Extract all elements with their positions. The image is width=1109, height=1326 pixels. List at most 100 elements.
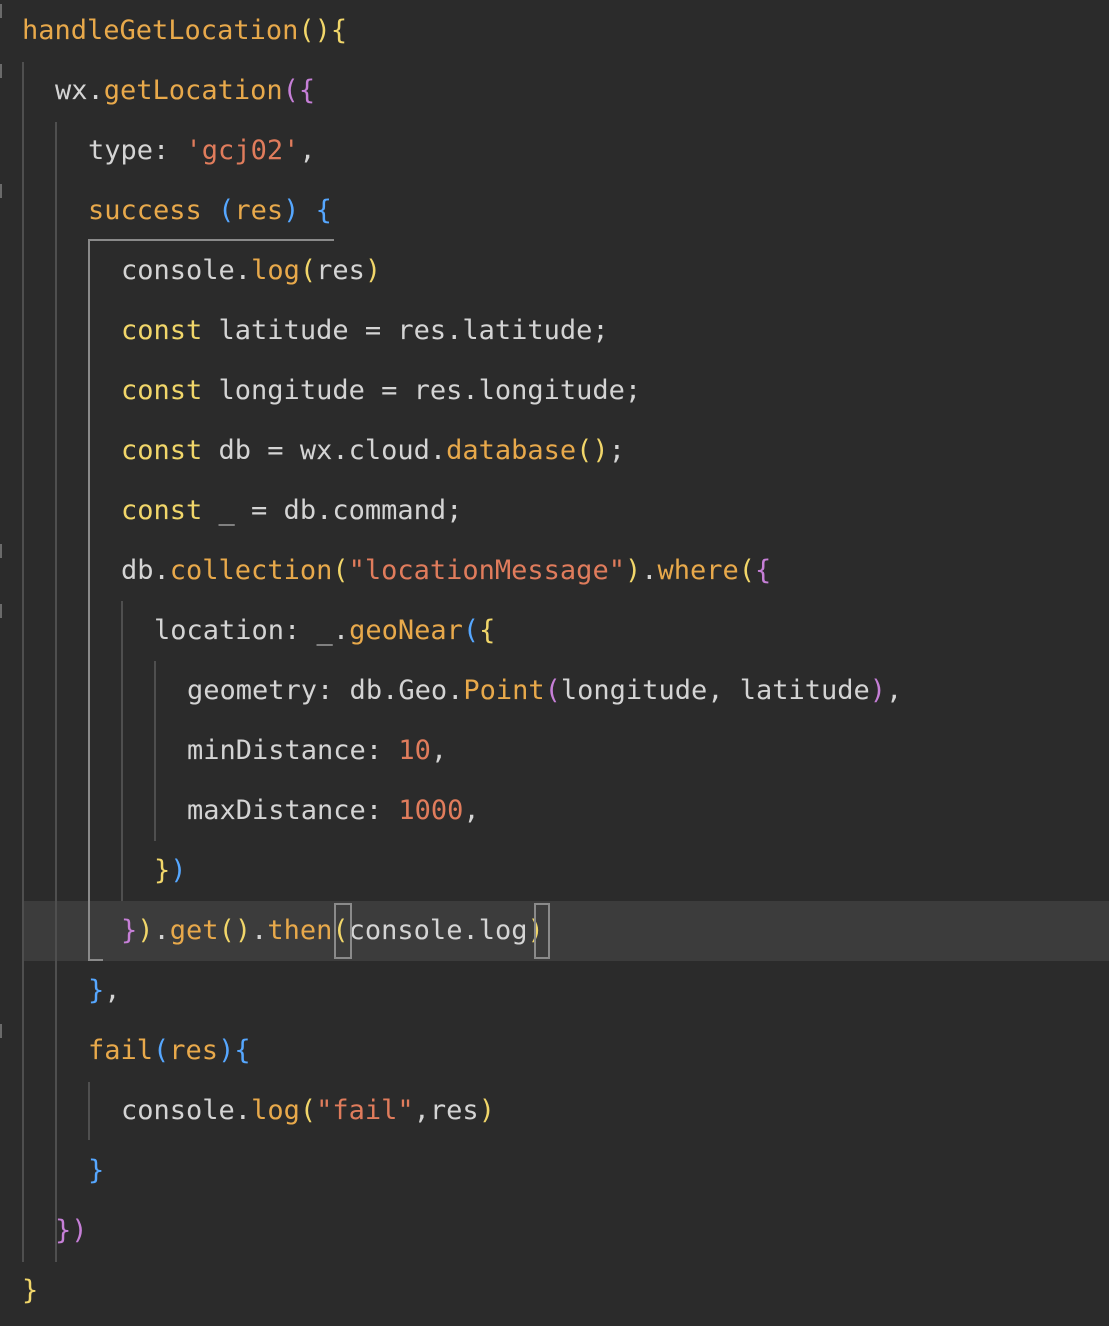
code-line-text: console.log(res) [121, 241, 381, 301]
code-token: } [22, 1275, 39, 1306]
matching-bracket-highlight [334, 903, 352, 959]
code-token: db = wx.cloud. [202, 435, 447, 466]
code-token: then [267, 915, 333, 946]
fold-marker[interactable] [0, 544, 2, 558]
code-line-text: const db = wx.cloud.database(); [121, 421, 625, 481]
code-token: . [251, 915, 268, 946]
code-line[interactable]: geometry: db.Geo.Point(longitude, latitu… [0, 661, 1109, 721]
indent-guide [55, 122, 57, 1262]
code-line[interactable]: }, [0, 961, 1109, 1021]
code-token: const [121, 435, 203, 466]
code-token: res [234, 195, 284, 226]
code-line[interactable]: fail(res){ [0, 1021, 1109, 1081]
fold-marker[interactable] [0, 604, 2, 618]
code-token: ( [299, 255, 317, 286]
code-token: collection [169, 555, 333, 586]
code-line[interactable]: maxDistance: 1000, [0, 781, 1109, 841]
code-token: type [88, 135, 154, 166]
code-token: ) [364, 255, 382, 286]
code-line[interactable]: handleGetLocation(){ [0, 1, 1109, 61]
code-line[interactable]: console.log("fail",res) [0, 1081, 1109, 1141]
code-token: : _. [284, 615, 350, 646]
code-line-text: handleGetLocation(){ [22, 1, 347, 61]
code-line-text: success (res) { [88, 181, 332, 241]
indent-guide [22, 62, 24, 1262]
code-token: longitude, latitude [560, 675, 870, 706]
fold-marker[interactable] [0, 4, 2, 18]
code-token: , [886, 675, 903, 706]
code-token: where [657, 555, 739, 586]
code-line[interactable]: }) [0, 1201, 1109, 1261]
code-token: log [251, 1095, 300, 1126]
code-token: log [251, 255, 300, 286]
code-line-text: }) [154, 841, 187, 901]
fold-marker[interactable] [0, 1024, 2, 1038]
code-line[interactable]: minDistance: 10, [0, 721, 1109, 781]
code-token: longitude = res.longitude; [202, 375, 642, 406]
indent-guide [88, 241, 90, 961]
code-line[interactable]: success (res) { [0, 181, 1109, 241]
code-line-text: type: 'gcj02', [88, 121, 316, 181]
code-line[interactable]: } [0, 1141, 1109, 1201]
code-token: ) [71, 1215, 88, 1246]
code-line-text: const latitude = res.latitude; [121, 301, 609, 361]
code-token: geometry [187, 675, 318, 706]
code-token: ( [544, 675, 561, 706]
code-editor[interactable]: handleGetLocation(){wx.getLocation({type… [0, 0, 1109, 1326]
code-token: maxDistance [187, 795, 366, 826]
code-line[interactable]: console.log(res) [0, 241, 1109, 301]
code-token: console [121, 255, 235, 286]
code-token: } [88, 975, 105, 1006]
code-line-text: const _ = db.command; [121, 481, 462, 541]
code-line[interactable]: type: 'gcj02', [0, 121, 1109, 181]
fold-marker[interactable] [0, 184, 2, 198]
code-line[interactable]: const _ = db.command; [0, 481, 1109, 541]
indent-guide [121, 601, 123, 901]
fold-marker[interactable] [0, 64, 2, 78]
code-line[interactable]: wx.getLocation({ [0, 61, 1109, 121]
code-line-text: geometry: db.Geo.Point(longitude, latitu… [187, 661, 902, 721]
code-token: : [365, 795, 399, 826]
code-token: , [463, 795, 480, 826]
code-token: ) [624, 555, 642, 586]
code-token: ( [462, 615, 480, 646]
code-token: { [234, 1035, 251, 1066]
code-line[interactable]: const db = wx.cloud.database(); [0, 421, 1109, 481]
code-token: const [121, 375, 203, 406]
code-token: } [121, 915, 138, 946]
code-line-text: }) [55, 1201, 88, 1261]
code-token: res [169, 1035, 219, 1066]
code-token: 10 [398, 735, 431, 766]
code-line-text: const longitude = res.longitude; [121, 361, 641, 421]
code-token: ( [153, 1035, 170, 1066]
code-line[interactable]: }) [0, 841, 1109, 901]
code-token: , [104, 975, 121, 1006]
code-line[interactable]: }).get().then(console.log) [22, 901, 1109, 961]
code-token: ) [869, 675, 887, 706]
code-token: , [430, 735, 448, 766]
code-token: { [755, 555, 772, 586]
code-line-text: console.log("fail",res) [121, 1081, 495, 1141]
code-token: getLocation [103, 75, 283, 106]
code-token: ) [283, 195, 300, 226]
code-token: "fail" [316, 1095, 414, 1126]
code-line-text: wx.getLocation({ [55, 61, 315, 121]
code-token: "locationMessage" [348, 555, 625, 586]
code-token: ) [478, 1095, 495, 1126]
code-token: ( [738, 555, 756, 586]
code-line[interactable]: const latitude = res.latitude; [0, 301, 1109, 361]
code-token: database [446, 435, 577, 466]
code-line-text: db.collection("locationMessage").where({ [121, 541, 771, 601]
code-line-text: }, [88, 961, 121, 1021]
code-token: get [169, 915, 219, 946]
code-line[interactable]: location: _.geoNear({ [0, 601, 1109, 661]
code-line[interactable]: const longitude = res.longitude; [0, 361, 1109, 421]
indent-guide [154, 661, 156, 841]
code-token: } [154, 855, 171, 886]
code-line[interactable]: db.collection("locationMessage").where({ [0, 541, 1109, 601]
code-token: { [298, 75, 316, 106]
indent-guide [88, 1082, 90, 1140]
code-token: console.log [348, 915, 528, 946]
code-line[interactable]: } [0, 1261, 1109, 1321]
